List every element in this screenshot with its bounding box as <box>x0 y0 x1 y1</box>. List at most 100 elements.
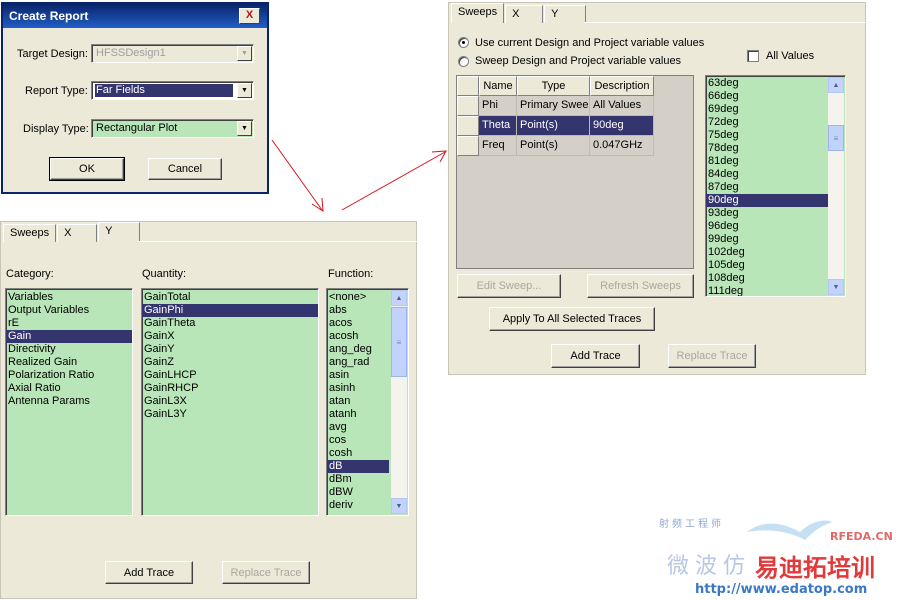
chevron-down-icon[interactable]: ▼ <box>237 121 252 136</box>
close-icon[interactable]: X <box>239 8 260 24</box>
replace-trace-button[interactable]: Replace Trace <box>668 344 756 368</box>
row-header[interactable] <box>457 136 479 156</box>
list-item[interactable]: asin <box>327 369 389 382</box>
list-item[interactable]: Realized Gain <box>6 356 132 369</box>
list-item[interactable]: ang_rad <box>327 356 389 369</box>
list-item[interactable]: 90deg <box>706 194 828 207</box>
list-item[interactable]: 96deg <box>706 220 828 233</box>
list-item[interactable]: 81deg <box>706 155 828 168</box>
replace-trace-button[interactable]: Replace Trace <box>222 561 310 584</box>
scroll-thumb[interactable]: ≡ <box>391 307 407 377</box>
list-item[interactable]: GainL3Y <box>142 408 318 421</box>
list-item[interactable]: 78deg <box>706 142 828 155</box>
sweep-design-radio[interactable] <box>458 56 469 67</box>
list-item[interactable]: asinh <box>327 382 389 395</box>
list-item[interactable]: avg <box>327 421 389 434</box>
list-item[interactable]: 108deg <box>706 272 828 285</box>
tab-x[interactable]: X <box>505 5 544 23</box>
table-row[interactable]: Theta Point(s) 90deg <box>457 116 693 136</box>
quantity-list[interactable]: GainTotal GainPhi GainTheta GainX GainY GainZ… <box>141 288 319 516</box>
list-item[interactable]: 93deg <box>706 207 828 220</box>
column-header-name[interactable]: Name <box>479 76 517 96</box>
list-item[interactable]: GainTotal <box>142 291 318 304</box>
table-row[interactable]: Phi Primary Sweep All Values <box>457 96 693 116</box>
list-item[interactable]: 63deg <box>706 77 828 90</box>
table-row[interactable]: Freq Point(s) 0.047GHz <box>457 136 693 156</box>
list-item[interactable]: 66deg <box>706 90 828 103</box>
list-item[interactable]: Directivity <box>6 343 132 356</box>
scroll-up-icon[interactable]: ▲ <box>391 290 407 306</box>
scroll-down-icon[interactable]: ▼ <box>391 498 407 514</box>
list-item[interactable]: acosh <box>327 330 389 343</box>
list-item[interactable]: 72deg <box>706 116 828 129</box>
edit-sweep-button[interactable]: Edit Sweep... <box>457 274 561 298</box>
row-header[interactable] <box>457 96 479 116</box>
list-item[interactable]: abs <box>327 304 389 317</box>
chevron-down-icon[interactable]: ▼ <box>237 83 252 98</box>
list-item[interactable]: GainPhi <box>142 304 318 317</box>
dialog-titlebar[interactable]: Create Report X <box>3 4 267 28</box>
all-values-label[interactable]: All Values <box>766 50 814 62</box>
list-item[interactable]: Variables <box>6 291 132 304</box>
display-type-select[interactable]: Rectangular Plot ▼ <box>91 119 254 138</box>
all-values-checkbox[interactable] <box>747 50 759 62</box>
use-current-label[interactable]: Use current Design and Project variable … <box>475 37 704 49</box>
list-item[interactable]: Antenna Params <box>6 395 132 408</box>
scroll-up-icon[interactable]: ▲ <box>828 77 844 93</box>
list-item[interactable]: 84deg <box>706 168 828 181</box>
list-item[interactable]: 105deg <box>706 259 828 272</box>
list-item[interactable]: dBW <box>327 486 389 499</box>
list-item[interactable]: 99deg <box>706 233 828 246</box>
list-item[interactable]: atan <box>327 395 389 408</box>
list-item[interactable]: 111deg <box>706 285 828 296</box>
list-item[interactable]: rE <box>6 317 132 330</box>
list-item[interactable]: ang_deg <box>327 343 389 356</box>
ok-button[interactable]: OK <box>49 157 125 181</box>
tab-y[interactable]: Y <box>544 5 587 23</box>
list-item[interactable]: Output Variables <box>6 304 132 317</box>
list-item[interactable]: cos <box>327 434 389 447</box>
list-item[interactable]: 75deg <box>706 129 828 142</box>
list-item[interactable]: atanh <box>327 408 389 421</box>
tab-sweeps[interactable]: Sweeps <box>3 224 57 242</box>
sweep-design-label[interactable]: Sweep Design and Project variable values <box>475 55 681 67</box>
column-header-type[interactable]: Type <box>517 76 590 96</box>
list-item[interactable]: GainY <box>142 343 318 356</box>
cancel-button[interactable]: Cancel <box>148 158 222 180</box>
list-item[interactable]: GainZ <box>142 356 318 369</box>
scroll-thumb[interactable]: ≡ <box>828 125 844 151</box>
list-item[interactable]: 102deg <box>706 246 828 259</box>
category-list[interactable]: Variables Output Variables rE Gain Directivi… <box>5 288 133 516</box>
list-item[interactable]: Gain <box>6 330 132 343</box>
list-item[interactable]: dB <box>327 460 389 473</box>
list-item[interactable]: GainTheta <box>142 317 318 330</box>
list-item[interactable]: dBm <box>327 473 389 486</box>
list-item[interactable]: 69deg <box>706 103 828 116</box>
tab-x[interactable]: X <box>57 224 98 242</box>
list-item[interactable]: GainRHCP <box>142 382 318 395</box>
row-header[interactable] <box>457 116 479 136</box>
target-design-select[interactable]: HFSSDesign1 ▼ <box>91 44 254 63</box>
list-item[interactable]: GainLHCP <box>142 369 318 382</box>
list-item[interactable]: Axial Ratio <box>6 382 132 395</box>
sweep-values-list[interactable]: 63deg 66deg 69deg 72deg 75deg 78deg 81deg 84deg… <box>705 75 846 297</box>
tab-sweeps[interactable]: Sweeps <box>451 3 505 23</box>
tab-y[interactable]: Y <box>98 222 141 242</box>
list-item[interactable]: 87deg <box>706 181 828 194</box>
list-item[interactable]: acos <box>327 317 389 330</box>
chevron-down-icon[interactable]: ▼ <box>237 46 252 61</box>
report-type-select[interactable]: Far Fields ▼ <box>91 81 254 100</box>
list-item[interactable]: GainX <box>142 330 318 343</box>
list-item[interactable]: deriv <box>327 499 389 512</box>
column-header-description[interactable]: Description <box>590 76 654 96</box>
list-item[interactable]: GainL3X <box>142 395 318 408</box>
use-current-radio[interactable] <box>458 37 469 48</box>
scroll-down-icon[interactable]: ▼ <box>828 279 844 295</box>
values-scrollbar[interactable]: ▲ ≡ ▼ <box>828 77 844 295</box>
list-item[interactable]: <none> <box>327 291 389 304</box>
add-trace-button[interactable]: Add Trace <box>105 561 193 584</box>
refresh-sweeps-button[interactable]: Refresh Sweeps <box>587 274 694 298</box>
add-trace-button[interactable]: Add Trace <box>551 344 640 368</box>
function-scrollbar[interactable]: ▲ ≡ ▼ <box>391 290 407 514</box>
function-list[interactable]: <none> abs acos acosh ang_deg ang_rad asin asin… <box>326 288 409 516</box>
